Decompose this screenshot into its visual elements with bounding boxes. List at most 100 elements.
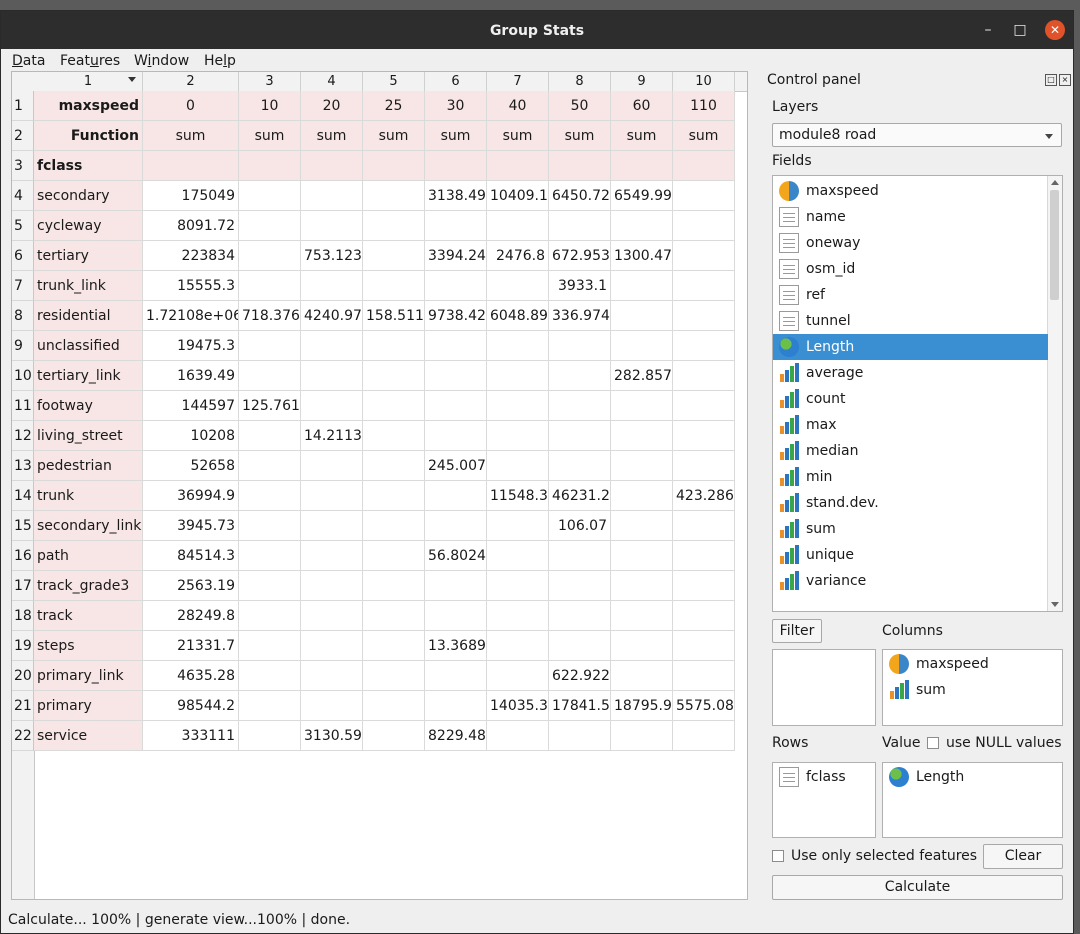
row-header[interactable]: 1 (12, 91, 34, 121)
column-header[interactable]: 6 (425, 72, 487, 91)
table-cell[interactable]: 333111 (143, 721, 239, 751)
row-header[interactable]: 10 (12, 361, 34, 391)
table-cell[interactable] (239, 571, 301, 601)
table-cell[interactable] (363, 151, 425, 181)
table-cell[interactable]: 1300.47 (611, 241, 673, 271)
table-cell[interactable] (239, 361, 301, 391)
table-cell[interactable]: 110 (673, 91, 735, 121)
scroll-down-icon[interactable] (1051, 602, 1059, 607)
filter-button[interactable]: Filter (772, 619, 822, 643)
table-cell[interactable] (487, 151, 549, 181)
row-header[interactable]: 4 (12, 181, 34, 211)
table-cell[interactable]: 3130.59 (301, 721, 363, 751)
table-cell[interactable]: 672.953 (549, 241, 611, 271)
table-cell[interactable] (301, 691, 363, 721)
table-cell[interactable]: 60 (611, 91, 673, 121)
scrollbar-thumb[interactable] (1050, 190, 1059, 300)
clear-button[interactable]: Clear (983, 844, 1063, 869)
table-cell[interactable] (363, 271, 425, 301)
table-cell[interactable] (487, 421, 549, 451)
column-header[interactable]: 5 (363, 72, 425, 91)
table-cell[interactable] (239, 541, 301, 571)
table-cell[interactable]: 84514.3 (143, 541, 239, 571)
table-cell[interactable]: 13.3689 (425, 631, 487, 661)
row-header[interactable]: 7 (12, 271, 34, 301)
table-cell[interactable]: sum (239, 121, 301, 151)
table-cell[interactable] (487, 391, 549, 421)
table-cell[interactable] (425, 661, 487, 691)
table-cell[interactable] (549, 421, 611, 451)
close-icon[interactable]: ✕ (1045, 20, 1065, 40)
table-cell[interactable] (239, 661, 301, 691)
table-cell[interactable] (363, 631, 425, 661)
table-cell[interactable]: 50 (549, 91, 611, 121)
list-item[interactable]: fclass (773, 764, 875, 790)
table-cell[interactable] (549, 601, 611, 631)
table-cell[interactable]: 15555.3 (143, 271, 239, 301)
table-cell[interactable] (363, 421, 425, 451)
table-cell[interactable] (673, 631, 735, 661)
table-cell[interactable]: 1639.49 (143, 361, 239, 391)
row-label-cell[interactable]: residential (34, 301, 143, 331)
table-cell[interactable]: 125.761 (239, 391, 301, 421)
row-label-cell[interactable]: pedestrian (34, 451, 143, 481)
table-cell[interactable] (363, 361, 425, 391)
row-label-cell[interactable]: path (34, 541, 143, 571)
scroll-up-icon[interactable] (1051, 180, 1059, 185)
row-label-cell[interactable]: primary (34, 691, 143, 721)
table-cell[interactable] (487, 271, 549, 301)
table-cell[interactable] (239, 691, 301, 721)
table-cell[interactable] (239, 211, 301, 241)
table-cell[interactable] (673, 331, 735, 361)
table-cell[interactable]: 2563.19 (143, 571, 239, 601)
list-item[interactable]: ref (773, 282, 1048, 308)
table-cell[interactable] (363, 541, 425, 571)
table-cell[interactable] (611, 481, 673, 511)
list-item[interactable]: sum (773, 516, 1048, 542)
table-cell[interactable] (549, 721, 611, 751)
table-cell[interactable] (487, 661, 549, 691)
table-cell[interactable]: 36994.9 (143, 481, 239, 511)
table-cell[interactable]: 6048.89 (487, 301, 549, 331)
list-item[interactable]: maxspeed (883, 651, 1062, 677)
table-cell[interactable]: 3945.73 (143, 511, 239, 541)
table-cell[interactable]: 622.922 (549, 661, 611, 691)
row-header[interactable]: 17 (12, 571, 34, 601)
filter-list[interactable] (772, 649, 876, 726)
table-cell[interactable]: 20 (301, 91, 363, 121)
table-cell[interactable]: 245.007 (425, 451, 487, 481)
table-cell[interactable] (239, 631, 301, 661)
table-cell[interactable] (611, 571, 673, 601)
table-cell[interactable]: 5575.08 (673, 691, 735, 721)
table-cell[interactable]: sum (487, 121, 549, 151)
column-header[interactable]: 2 (143, 72, 239, 91)
table-cell[interactable] (301, 361, 363, 391)
table-cell[interactable] (549, 151, 611, 181)
table-cell[interactable] (363, 481, 425, 511)
table-cell[interactable] (425, 481, 487, 511)
list-item[interactable]: max (773, 412, 1048, 438)
table-cell[interactable]: 2476.8 (487, 241, 549, 271)
table-cell[interactable]: 10 (239, 91, 301, 121)
table-cell[interactable]: 6549.99 (611, 181, 673, 211)
table-cell[interactable] (611, 511, 673, 541)
list-item[interactable]: average (773, 360, 1048, 386)
table-cell[interactable]: 423.286 (673, 481, 735, 511)
column-header[interactable]: 1 (34, 72, 143, 91)
table-cell[interactable] (363, 661, 425, 691)
list-item[interactable]: unique (773, 542, 1048, 568)
table-cell[interactable] (611, 301, 673, 331)
values-list[interactable]: Length (882, 762, 1063, 838)
table-cell[interactable]: 18795.9 (611, 691, 673, 721)
table-cell[interactable] (363, 451, 425, 481)
row-label-cell[interactable]: secondary (34, 181, 143, 211)
row-label-cell[interactable]: steps (34, 631, 143, 661)
table-cell[interactable]: sum (363, 121, 425, 151)
table-cell[interactable]: 106.07 (549, 511, 611, 541)
table-cell[interactable] (363, 601, 425, 631)
table-cell[interactable] (301, 271, 363, 301)
table-cell[interactable] (487, 631, 549, 661)
list-item[interactable]: oneway (773, 230, 1048, 256)
table-cell[interactable] (611, 631, 673, 661)
table-cell[interactable]: 10409.1 (487, 181, 549, 211)
